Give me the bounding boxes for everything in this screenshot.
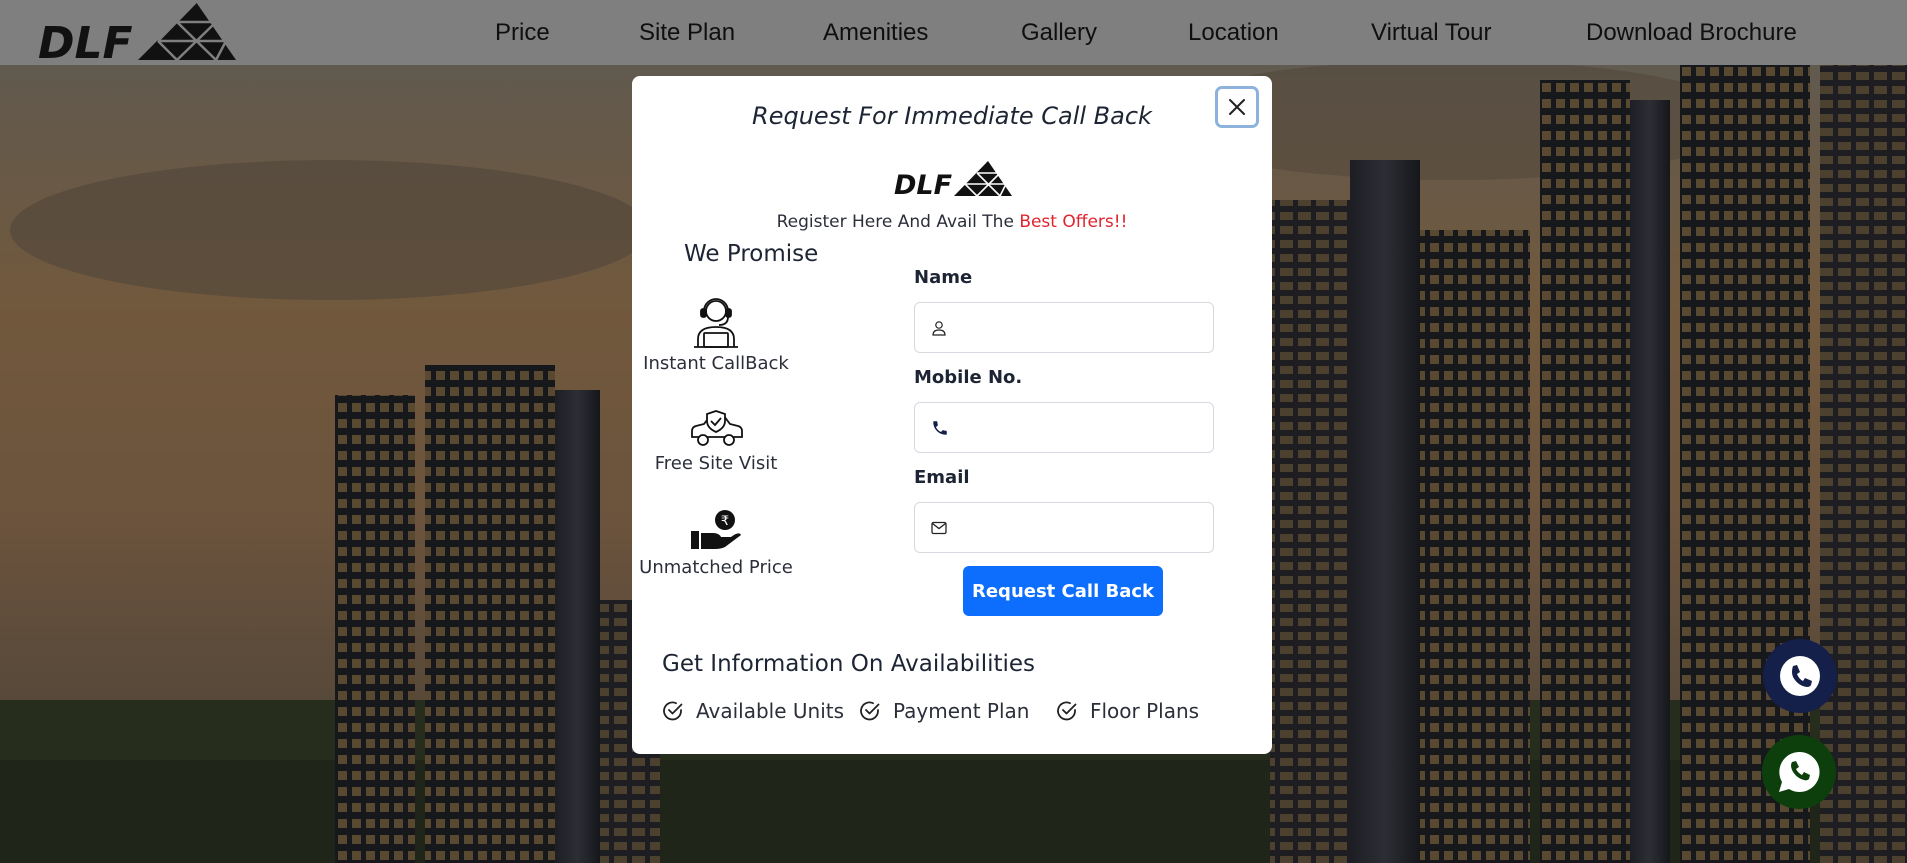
mobile-field[interactable] [914, 402, 1214, 453]
promise-unmatched-price: ₹ Unmatched Price [606, 509, 826, 578]
promise-title: We Promise [684, 241, 819, 267]
nav-download-brochure[interactable]: Download Brochure [1586, 19, 1797, 47]
mobile-input[interactable] [959, 418, 1209, 437]
tagline-text: Register Here And Avail The [776, 212, 1014, 232]
phone-icon [1780, 656, 1820, 696]
svg-text:₹: ₹ [721, 514, 729, 529]
dlf-logo[interactable]: DLF [38, 1, 238, 69]
name-label: Name [914, 267, 973, 288]
site-header: DLF Price Site Plan Amenities Gallery Lo… [0, 0, 1907, 69]
check-circle-icon [1057, 701, 1077, 721]
mobile-label: Mobile No. [914, 367, 1023, 388]
info-label: Payment Plan [893, 699, 1030, 723]
info-payment-plan: Payment Plan [859, 699, 1029, 723]
whatsapp-icon [1779, 751, 1820, 792]
nav-amenities[interactable]: Amenities [823, 19, 928, 47]
support-agent-icon [694, 298, 738, 348]
car-shield-icon [691, 410, 743, 446]
email-label: Email [914, 467, 970, 488]
check-circle-icon [663, 701, 683, 721]
nav-virtual-tour[interactable]: Virtual Tour [1371, 19, 1492, 47]
email-field[interactable] [914, 502, 1214, 553]
close-button[interactable] [1215, 86, 1259, 128]
promise-instant-callback: Instant CallBack [606, 295, 826, 374]
mail-icon [931, 521, 947, 534]
check-circle-icon [860, 701, 880, 721]
modal-title: Request For Immediate Call Back [752, 102, 1152, 130]
call-fab-button[interactable] [1763, 639, 1837, 713]
availability-title: Get Information On Availabilities [662, 651, 1036, 677]
whatsapp-fab-button[interactable] [1762, 735, 1836, 809]
promise-label: Instant CallBack [643, 353, 789, 374]
name-field[interactable] [914, 302, 1214, 353]
info-available-units: Available Units [662, 699, 844, 723]
nav-gallery[interactable]: Gallery [1021, 19, 1097, 47]
user-icon [932, 320, 946, 336]
promise-free-site-visit: Free Site Visit [606, 409, 826, 474]
info-label: Available Units [696, 699, 845, 723]
email-input[interactable] [957, 518, 1207, 537]
info-label: Floor Plans [1090, 699, 1200, 723]
promise-label: Unmatched Price [639, 557, 793, 578]
modal-dlf-logo: DLF [894, 161, 1012, 201]
close-icon [1229, 99, 1245, 115]
nav-site-plan[interactable]: Site Plan [639, 19, 735, 47]
logo-text: DLF [38, 18, 133, 62]
tagline-highlight: Best Offers!! [1019, 212, 1128, 232]
modal-logo-text: DLF [894, 170, 953, 197]
tagline: Register Here And Avail The Best Offers!… [632, 212, 1272, 232]
promise-label: Free Site Visit [654, 453, 778, 474]
nav-location[interactable]: Location [1188, 19, 1279, 47]
callback-modal: Request For Immediate Call Back DLF Regi… [632, 76, 1272, 754]
phone-icon [933, 420, 947, 435]
request-call-back-button[interactable]: Request Call Back [963, 566, 1163, 616]
rupee-hand-icon: ₹ [691, 510, 741, 549]
info-floor-plans: Floor Plans [1056, 699, 1199, 723]
name-input[interactable] [957, 318, 1207, 337]
nav-price[interactable]: Price [495, 19, 550, 47]
